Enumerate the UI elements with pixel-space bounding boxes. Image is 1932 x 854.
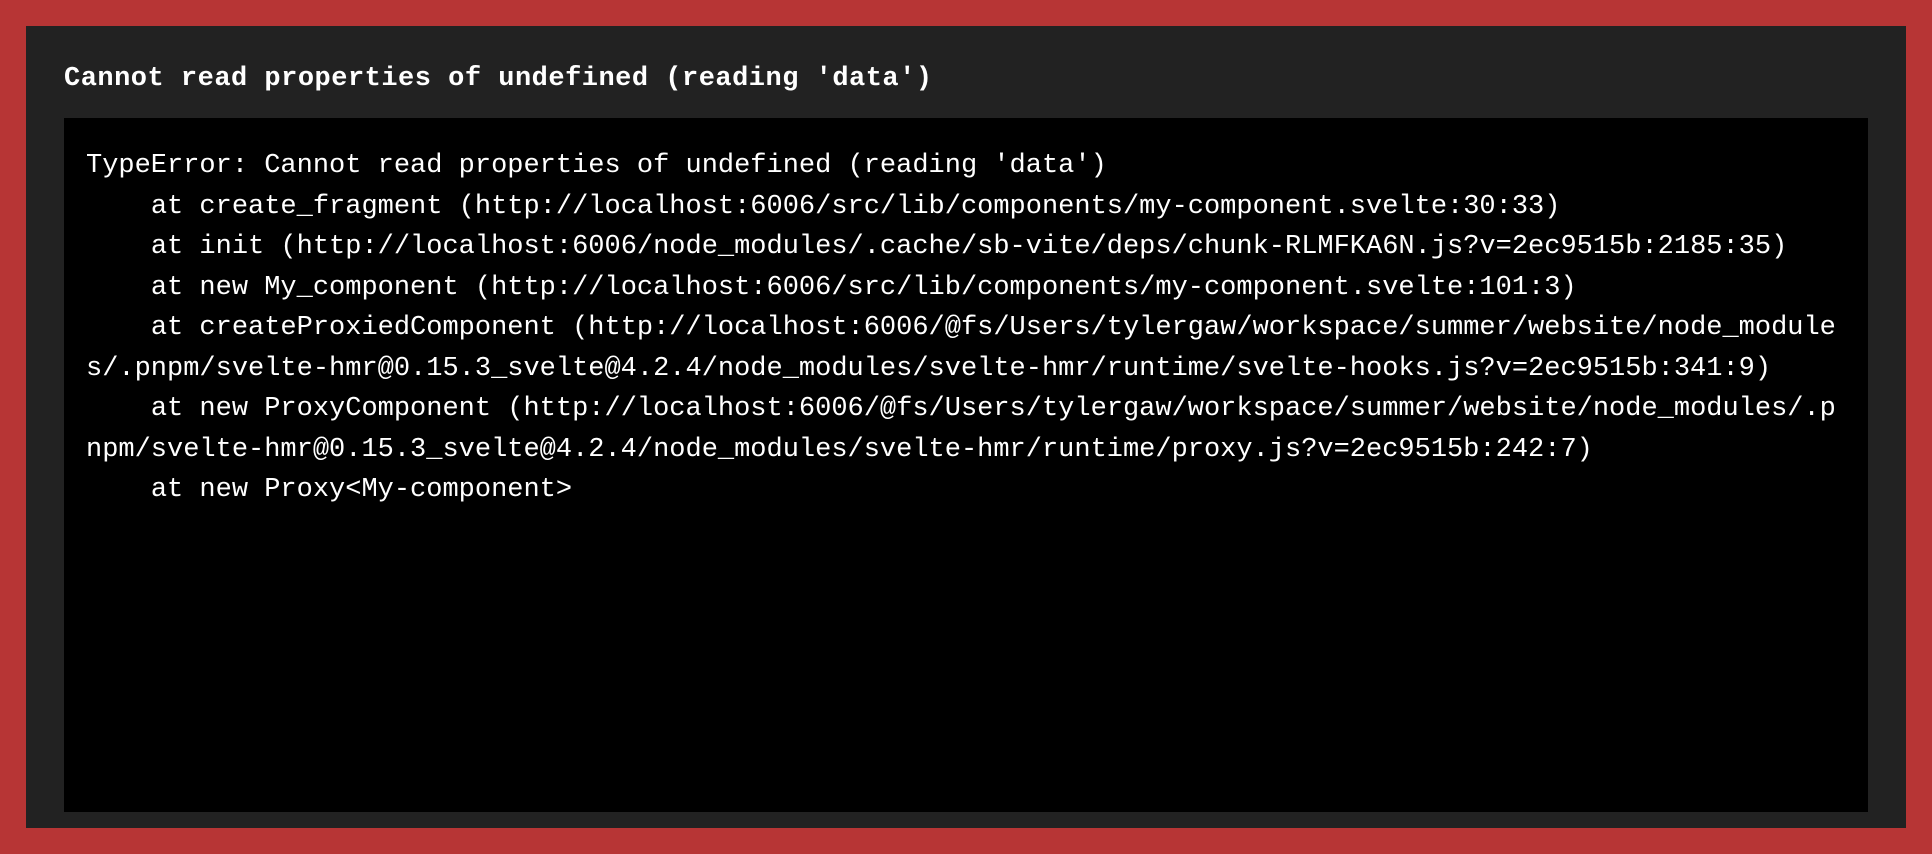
stack-trace: TypeError: Cannot read properties of und…: [86, 146, 1846, 511]
stack-trace-container: TypeError: Cannot read properties of und…: [64, 118, 1868, 812]
error-panel: Cannot read properties of undefined (rea…: [26, 26, 1906, 828]
error-title: Cannot read properties of undefined (rea…: [26, 64, 1906, 118]
error-overlay-border: Cannot read properties of undefined (rea…: [0, 0, 1932, 854]
